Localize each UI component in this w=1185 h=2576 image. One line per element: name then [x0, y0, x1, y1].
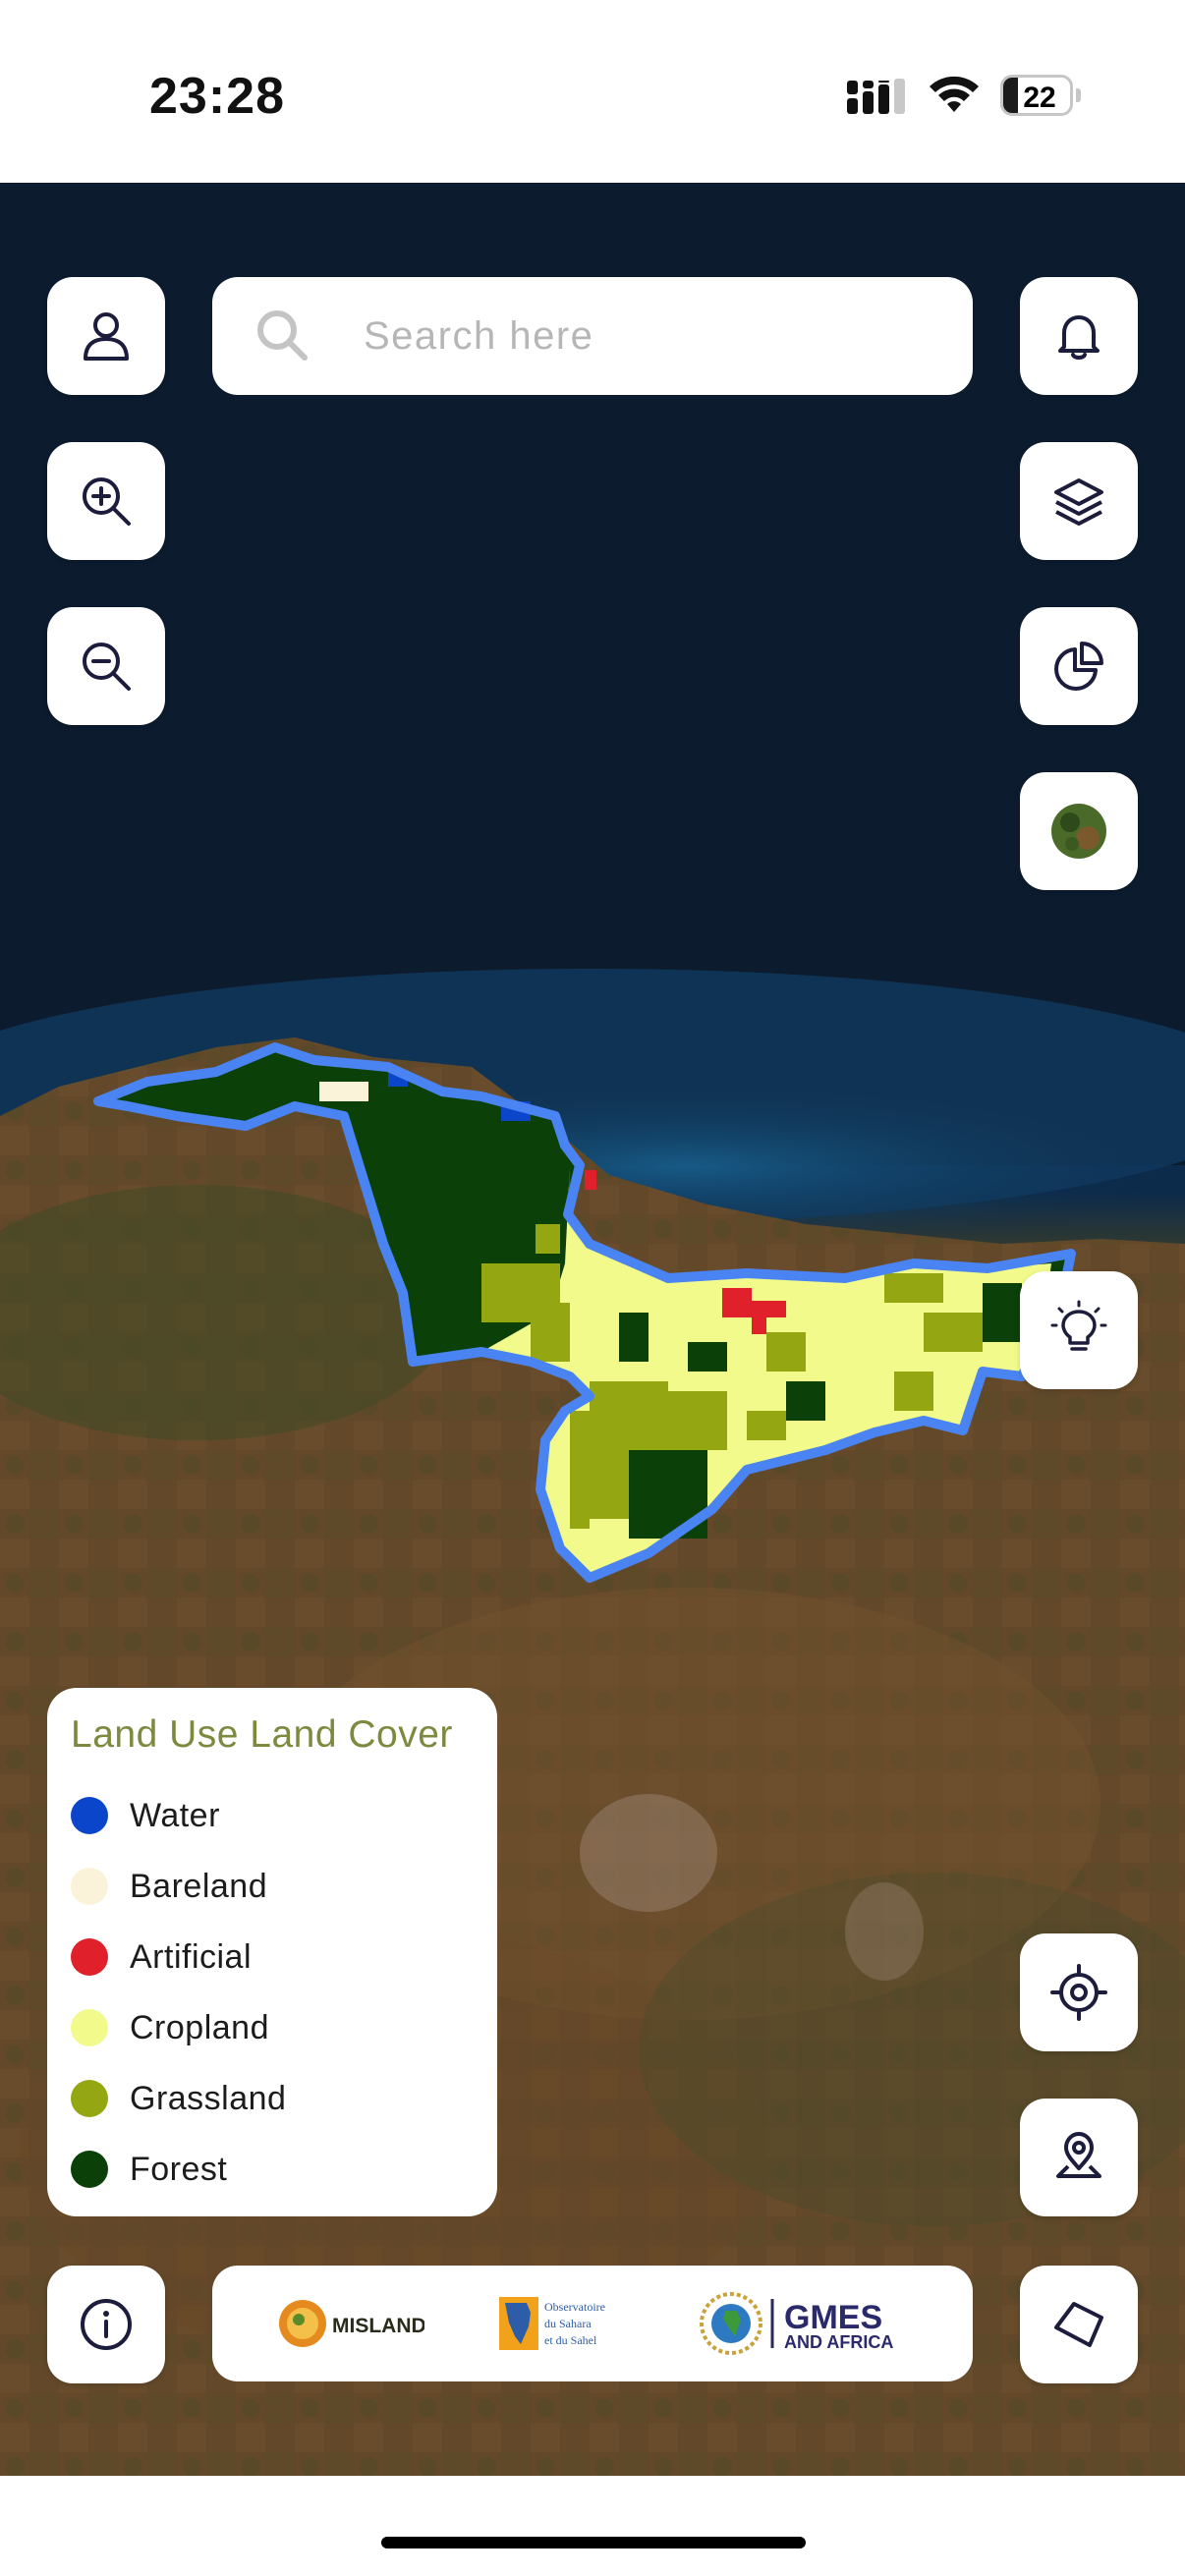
- legend-color-swatch: [71, 1938, 108, 1976]
- status-bar: 23:28 22: [0, 0, 1185, 183]
- statistics-button[interactable]: [1020, 607, 1138, 725]
- zoom-in-icon: [83, 477, 131, 526]
- insights-button[interactable]: [1020, 1271, 1138, 1389]
- legend-label: Grassland: [130, 2079, 287, 2117]
- legend-color-swatch: [71, 2009, 108, 2046]
- status-time: 23:28: [149, 68, 285, 125]
- legend-item: Bareland: [71, 1851, 497, 1922]
- legend-color-swatch: [71, 1868, 108, 1905]
- oss-logo: Observatoire du Sahara et du Sahel: [499, 2297, 605, 2350]
- svg-text:et du Sahel: et du Sahel: [544, 2333, 597, 2347]
- battery-indicator: 22: [1000, 75, 1081, 118]
- zoom-out-icon: [83, 643, 131, 691]
- legend-color-swatch: [71, 2151, 108, 2188]
- user-icon: [84, 312, 129, 361]
- legend-color-swatch: [71, 1797, 108, 1834]
- layers-icon: [1054, 478, 1103, 526]
- legend-color-swatch: [71, 2080, 108, 2117]
- svg-text:Observatoire: Observatoire: [544, 2300, 605, 2314]
- zoom-out-button[interactable]: [47, 607, 165, 725]
- gmes-africa-logo: GMES AND AFRICA: [700, 2292, 893, 2355]
- land-cover-legend: Land Use Land Cover Water Bareland Artific…: [47, 1688, 497, 2216]
- cellular-signal-icon: [847, 79, 905, 114]
- home-indicator[interactable]: [381, 2537, 806, 2548]
- misland-logo: MISLAND: [279, 2300, 424, 2347]
- search-input[interactable]: [364, 307, 943, 365]
- svg-text:MISLAND: MISLAND: [332, 2315, 424, 2337]
- bell-icon: [1058, 315, 1100, 360]
- legend-item: Grassland: [71, 2063, 497, 2134]
- zoom-in-button[interactable]: [47, 442, 165, 560]
- legend-item: Forest: [71, 2134, 497, 2205]
- svg-text:AND AFRICA: AND AFRICA: [784, 2332, 893, 2352]
- svg-text:GMES: GMES: [784, 2299, 882, 2336]
- legend-label: Forest: [130, 2150, 228, 2188]
- battery-level-text: 22: [1023, 82, 1056, 114]
- lightbulb-icon: [1050, 1300, 1107, 1351]
- search-bar[interactable]: [212, 277, 973, 395]
- legend-title: Land Use Land Cover: [71, 1713, 453, 1756]
- info-button[interactable]: [47, 2266, 165, 2383]
- legend-item: Cropland: [71, 1992, 497, 2063]
- draw-polygon-button[interactable]: [1020, 2266, 1138, 2383]
- legend-label: Bareland: [130, 1867, 268, 1905]
- layers-button[interactable]: [1020, 442, 1138, 560]
- legend-label: Cropland: [130, 2008, 269, 2046]
- basemap-button[interactable]: [1020, 772, 1138, 890]
- legend-item: Artificial: [71, 1922, 497, 1992]
- pin-location-button[interactable]: [1020, 2099, 1138, 2216]
- search-icon: [257, 310, 308, 361]
- locate-me-button[interactable]: [1020, 1933, 1138, 2051]
- notifications-button[interactable]: [1020, 277, 1138, 395]
- legend-item: Water: [71, 1780, 497, 1851]
- svg-text:du Sahara: du Sahara: [544, 2317, 592, 2330]
- crosshair-icon: [1050, 1964, 1107, 2021]
- wifi-icon: [930, 76, 979, 112]
- partner-logos: MISLAND Observatoire du Sahara et du Sah…: [212, 2266, 973, 2381]
- legend-label: Water: [130, 1796, 220, 1834]
- info-icon: [81, 2299, 132, 2350]
- profile-button[interactable]: [47, 277, 165, 395]
- pie-chart-icon: [1054, 642, 1103, 691]
- location-pin-icon: [1056, 2132, 1101, 2178]
- legend-label: Artificial: [130, 1937, 253, 1976]
- satellite-basemap-icon: [1051, 804, 1106, 859]
- polygon-icon: [1054, 2302, 1103, 2347]
